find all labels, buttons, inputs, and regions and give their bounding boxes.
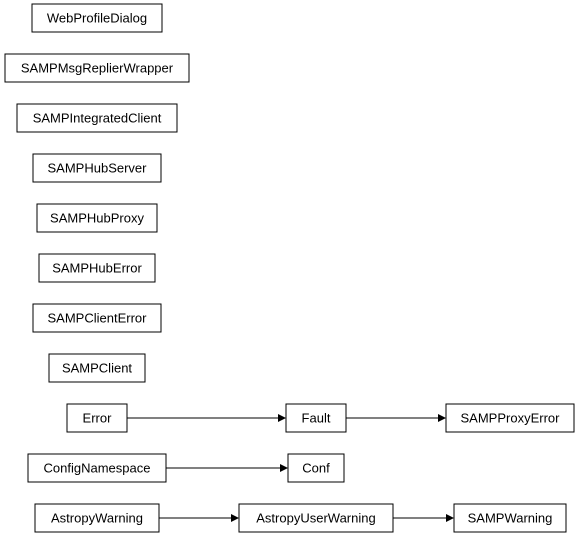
node-sampMsgReplierWrapper: SAMPMsgReplierWrapper	[5, 54, 189, 82]
arrowhead-icon	[278, 414, 286, 422]
arrowhead-icon	[280, 464, 288, 472]
node-label: ConfigNamespace	[44, 461, 151, 476]
node-sampHubProxy: SAMPHubProxy	[37, 204, 157, 232]
node-webProfileDialog: WebProfileDialog	[32, 4, 162, 32]
node-label: SAMPClient	[62, 361, 132, 376]
arrowhead-icon	[446, 514, 454, 522]
node-sampWarning: SAMPWarning	[454, 504, 566, 532]
node-label: SAMPIntegratedClient	[33, 111, 162, 126]
inheritance-diagram: WebProfileDialog SAMPMsgReplierWrapper SAM…	[0, 0, 584, 544]
node-label: AstropyWarning	[51, 511, 143, 526]
node-label: Conf	[302, 461, 330, 476]
node-configNamespace: ConfigNamespace	[28, 454, 166, 482]
node-conf: Conf	[288, 454, 344, 482]
node-error: Error	[67, 404, 127, 432]
node-label: Fault	[302, 411, 331, 426]
node-sampClientError: SAMPClientError	[33, 304, 161, 332]
node-label: Error	[83, 411, 113, 426]
node-astropyWarning: AstropyWarning	[35, 504, 159, 532]
node-fault: Fault	[286, 404, 346, 432]
node-label: SAMPClientError	[48, 311, 148, 326]
node-label: SAMPHubProxy	[50, 211, 144, 226]
node-sampHubError: SAMPHubError	[39, 254, 155, 282]
node-sampHubServer: SAMPHubServer	[33, 154, 161, 182]
node-astropyUserWarning: AstropyUserWarning	[239, 504, 393, 532]
node-sampClient: SAMPClient	[49, 354, 145, 382]
node-sampIntegratedClient: SAMPIntegratedClient	[17, 104, 177, 132]
node-label: SAMPWarning	[468, 511, 553, 526]
node-label: WebProfileDialog	[47, 11, 147, 26]
node-label: SAMPMsgReplierWrapper	[21, 61, 174, 76]
arrowhead-icon	[438, 414, 446, 422]
arrowhead-icon	[231, 514, 239, 522]
node-sampProxyError: SAMPProxyError	[446, 404, 574, 432]
node-label: SAMPProxyError	[461, 411, 561, 426]
node-label: SAMPHubServer	[48, 161, 148, 176]
node-label: SAMPHubError	[52, 261, 142, 276]
node-label: AstropyUserWarning	[256, 511, 375, 526]
